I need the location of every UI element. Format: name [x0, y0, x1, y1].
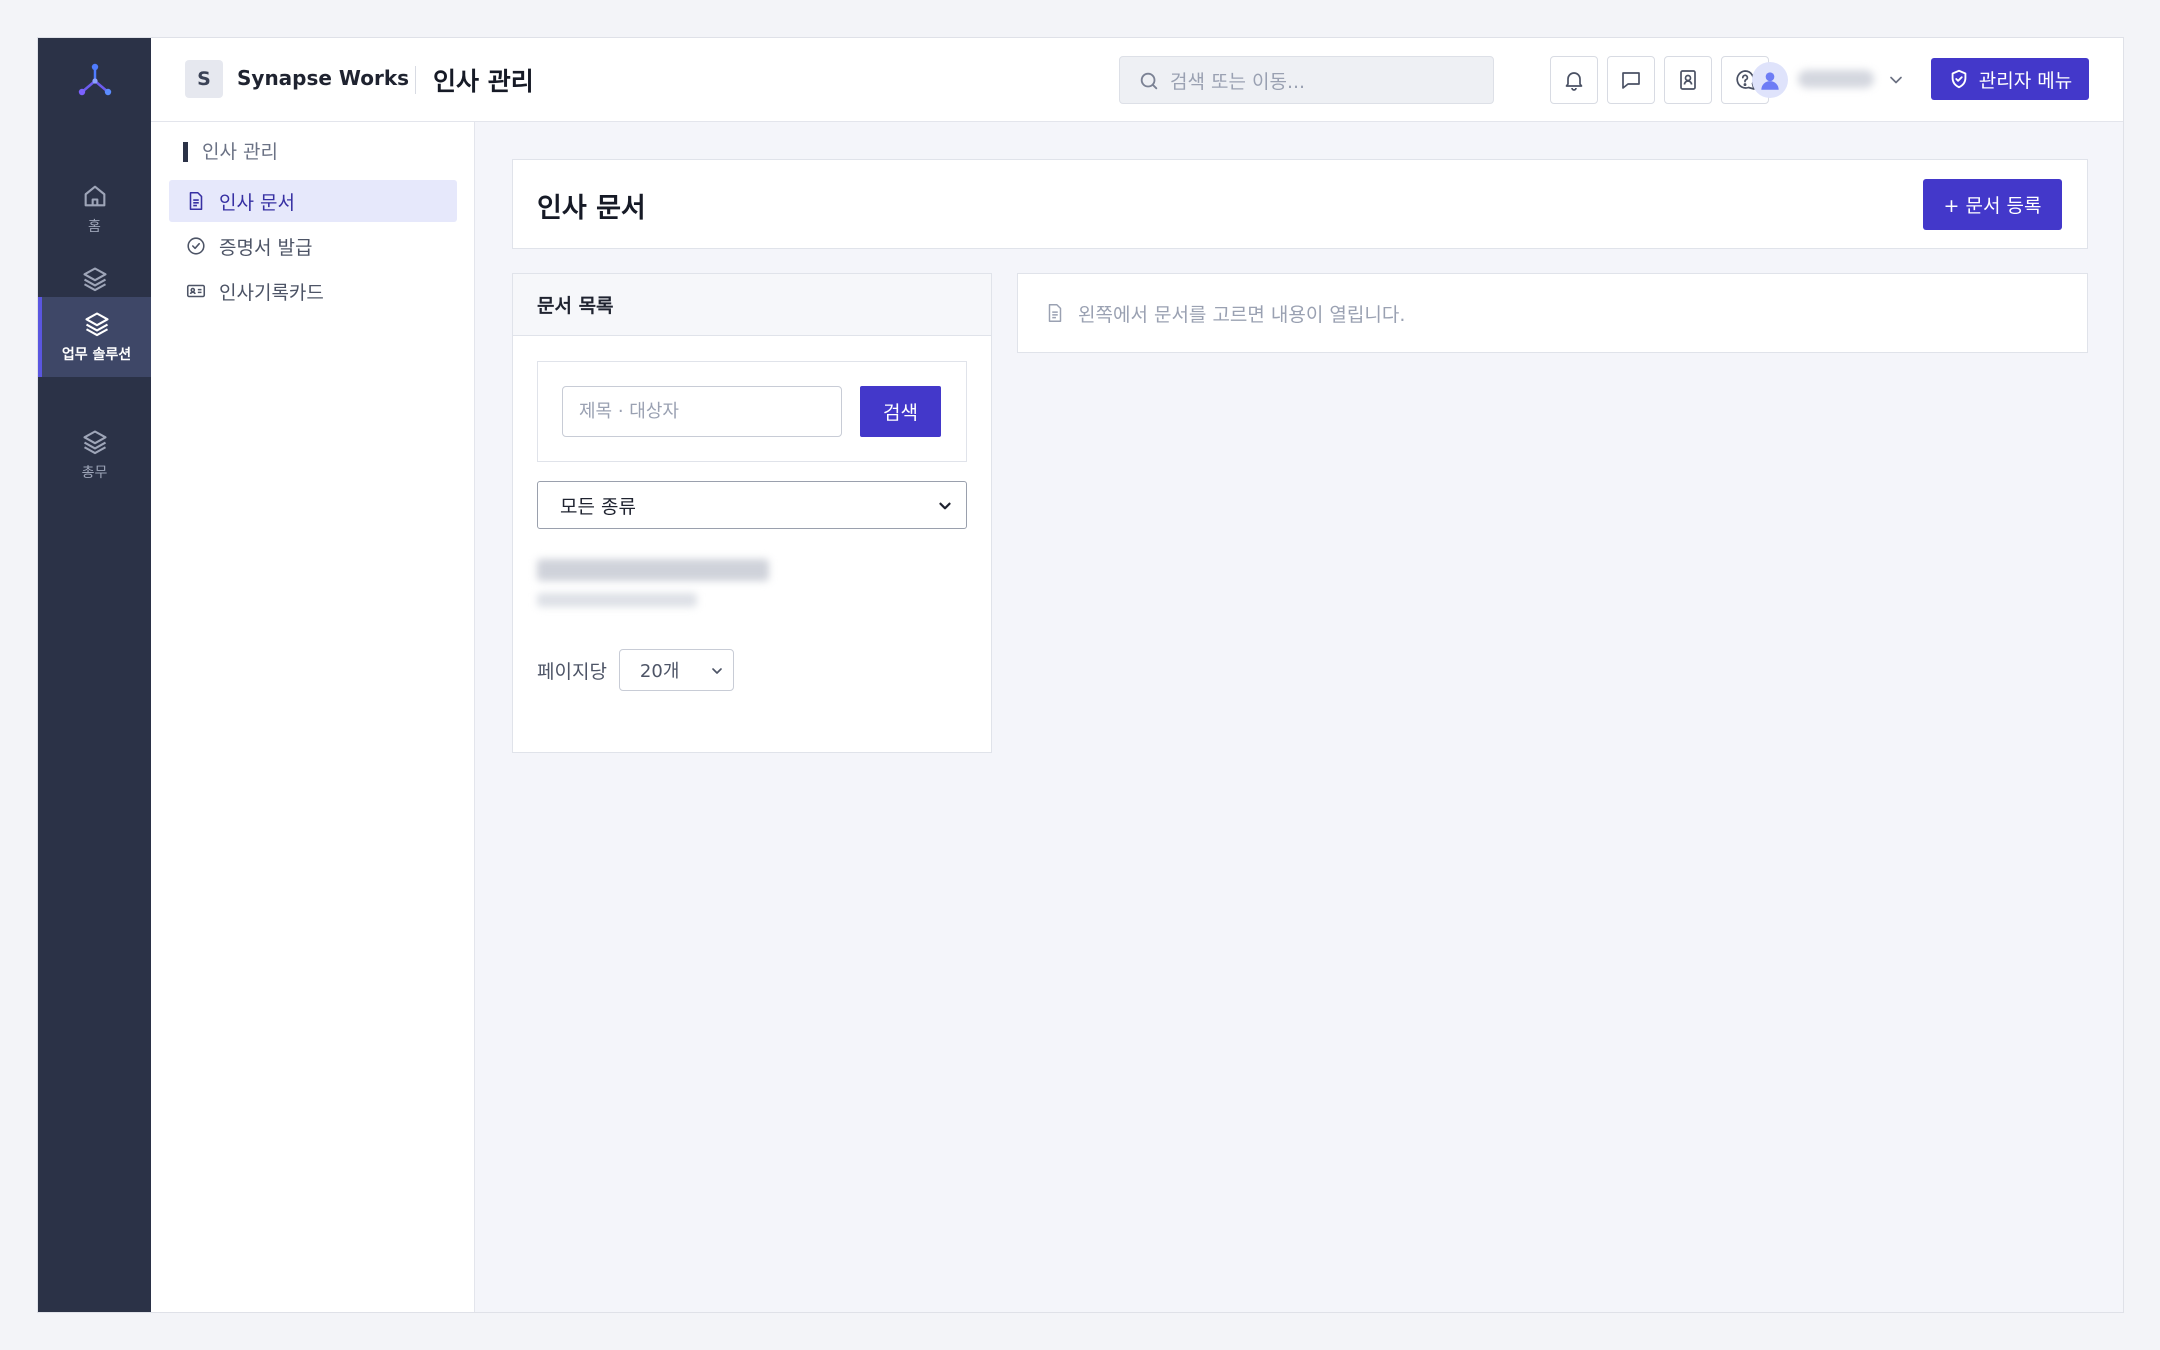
subnav-title: 인사 관리 — [183, 142, 278, 162]
subnav-item-label: 인사 문서 — [219, 191, 295, 214]
page-size-label: 페이지당 — [537, 660, 607, 683]
divider — [415, 66, 416, 94]
global-search-input[interactable]: 검색 또는 이동... — [1119, 56, 1494, 104]
layers-icon — [84, 312, 109, 337]
search-placeholder: 검색 또는 이동... — [1170, 70, 1306, 93]
chat-icon — [1622, 72, 1640, 89]
app-logo-icon[interactable] — [76, 62, 114, 100]
page-size-control: 페이지당 20개 — [537, 649, 734, 691]
rail-item-label: 업무 솔루션 — [61, 347, 132, 363]
check-circle-icon — [187, 237, 205, 255]
rail-item-work-solution[interactable]: 업무 솔루션 — [38, 297, 151, 377]
page-size-select[interactable]: 20개 — [618, 649, 734, 691]
chevron-down-icon[interactable] — [1886, 70, 1906, 90]
section-title: 인사 문서 — [537, 193, 646, 224]
org-badge[interactable]: S — [185, 60, 223, 98]
search-button[interactable]: 검색 — [860, 386, 941, 437]
search-icon — [1140, 72, 1158, 90]
home-icon — [84, 185, 105, 207]
chevron-down-icon — [712, 668, 722, 674]
subnav-item-label: 증명서 발급 — [219, 236, 313, 259]
document-detail-panel: 왼쪽에서 문서를 고르면 내용이 열립니다. — [1017, 273, 2088, 353]
chevron-down-icon — [939, 502, 951, 510]
avatar[interactable] — [1752, 62, 1788, 98]
page-header-card: 인사 문서 + 문서 등록 — [512, 159, 2088, 249]
empty-state-text: 왼쪽에서 문서를 고르면 내용이 열립니다. — [1078, 303, 1406, 326]
list-item-meta-redacted — [537, 593, 697, 607]
layers-icon — [82, 430, 107, 455]
shield-check-icon — [1951, 69, 1967, 89]
org-name[interactable]: Synapse Works — [237, 66, 409, 90]
id-card-icon — [186, 284, 206, 298]
layers-icon — [82, 267, 107, 292]
list-item-title-redacted — [537, 559, 769, 581]
page-title: 인사 관리 — [433, 67, 534, 96]
search-filter-box: 검색 — [537, 361, 967, 462]
add-document-button[interactable]: + 문서 등록 — [1923, 179, 2062, 230]
app-frame: 홈 협업 업무 솔루션 총무 S Synapse Works 인사 관리 검색 … — [37, 37, 2124, 1313]
bell-icon — [1565, 72, 1583, 91]
admin-menu-label: 관리자 메뉴 — [1978, 69, 2073, 92]
user-icon — [1761, 72, 1779, 90]
contacts-button[interactable] — [1664, 56, 1712, 104]
document-icon — [189, 191, 203, 211]
user-name-redacted[interactable] — [1798, 70, 1874, 88]
rail-item-label: 총무 — [81, 465, 108, 481]
list-item-redacted[interactable] — [537, 559, 769, 607]
messages-button[interactable] — [1607, 56, 1655, 104]
sub-navigation: 인사 관리 인사 문서 증명서 발급 인사기록카드 — [151, 122, 475, 1312]
app-rail: 홈 협업 업무 솔루션 총무 — [38, 38, 151, 1312]
admin-menu-button[interactable]: 관리자 메뉴 — [1931, 58, 2089, 100]
document-type-select[interactable]: 모든 종류 — [537, 481, 967, 529]
document-list-heading: 문서 목록 — [513, 274, 991, 336]
subnav-item-certificates[interactable]: 증명서 발급 — [169, 225, 457, 267]
rail-item-label: 홈 — [88, 219, 101, 235]
document-list-card: 문서 목록 검색 모든 종류 페이지당 20개 — [512, 273, 992, 753]
subnav-item-personnel-card[interactable]: 인사기록카드 — [169, 270, 457, 312]
rail-item-home[interactable]: 홈 — [38, 169, 151, 249]
subnav-item-label: 인사기록카드 — [219, 281, 324, 304]
page-size-value: 20개 — [639, 661, 680, 682]
contact-book-icon — [1680, 70, 1696, 90]
rail-item-general-affairs[interactable]: 총무 — [38, 415, 151, 495]
keyword-search-input[interactable] — [562, 386, 842, 437]
notifications-button[interactable] — [1550, 56, 1598, 104]
document-type-value: 모든 종류 — [560, 495, 636, 518]
subnav-item-hr-documents[interactable]: 인사 문서 — [169, 180, 457, 222]
top-bar: S Synapse Works 인사 관리 검색 또는 이동... 관리자 메뉴 — [151, 38, 2123, 122]
document-icon — [1048, 304, 1062, 322]
